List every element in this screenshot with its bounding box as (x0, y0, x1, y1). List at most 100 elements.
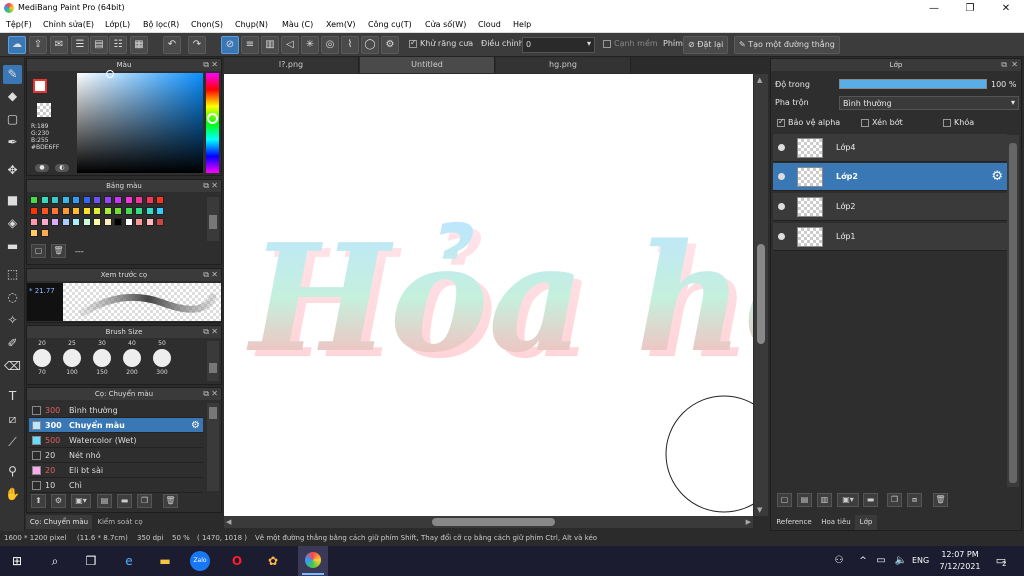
layer-row[interactable]: Lớp1 (773, 223, 1007, 251)
palette-swatch[interactable] (103, 196, 112, 204)
visibility-icon[interactable] (778, 173, 785, 180)
palette-swatch[interactable] (124, 196, 133, 204)
palette-swatch[interactable] (72, 196, 80, 204)
scroll-thumb[interactable] (757, 244, 765, 344)
popout-icon[interactable]: ⧉ (203, 59, 209, 71)
horizontal-scrollbar[interactable]: ◀ ▶ (224, 516, 753, 528)
menu-capture[interactable]: Chụp(N) (235, 20, 268, 29)
comment-icon[interactable]: ✉ (50, 36, 68, 54)
palette-swatch[interactable] (145, 218, 154, 226)
visibility-icon[interactable] (778, 144, 785, 151)
clip-checkbox[interactable]: Xén bớt (861, 118, 903, 127)
palette-swatch[interactable] (145, 207, 154, 215)
popout-icon[interactable]: ⧉ (203, 388, 209, 400)
palette-swatch[interactable] (40, 218, 49, 226)
tab-brush[interactable]: Cọ: Chuyển màu (26, 515, 92, 529)
merge-icon[interactable]: ⧈ (907, 493, 922, 507)
color-mode-button[interactable]: ● (35, 164, 49, 172)
magic-wand-tool-icon[interactable]: ✧ (3, 311, 22, 330)
brush-copy-icon[interactable]: ▤ (97, 494, 112, 508)
palette-swatch[interactable] (30, 229, 38, 237)
brush-size-option[interactable]: 20 70 (29, 340, 55, 376)
palette-swatch[interactable] (82, 207, 91, 215)
lasso-tool-icon[interactable]: ◌ (3, 288, 22, 307)
brush-settings-icon[interactable]: ⚙ (51, 494, 66, 508)
edge-browser-icon[interactable]: e (118, 551, 140, 571)
scroll-thumb[interactable] (432, 518, 555, 526)
duplicate-icon[interactable]: ❐ (887, 493, 902, 507)
bucket-tool-icon[interactable]: ◈ (3, 214, 22, 233)
vanish-snap-icon[interactable]: ◁ (281, 36, 299, 54)
trash-icon[interactable]: 🗑 (163, 494, 178, 508)
palette-swatch[interactable] (72, 218, 80, 226)
windows-start-icon[interactable]: ⊞ (6, 551, 28, 571)
menu-edit[interactable]: Chỉnh sửa(E) (43, 20, 94, 29)
menu-file[interactable]: Tệp(F) (6, 20, 32, 29)
divide-tool-icon[interactable]: ⧄ (3, 410, 22, 429)
adjust-input[interactable]: 0 ▾ (522, 37, 595, 53)
palette-swatch[interactable] (135, 218, 143, 226)
palette-swatch[interactable] (82, 218, 91, 226)
popout-icon[interactable]: ⧉ (203, 180, 209, 192)
menu-view[interactable]: Xem(V) (326, 20, 356, 29)
folder-icon[interactable]: ▬ (863, 493, 878, 507)
close-icon[interactable]: ✕ (211, 269, 218, 281)
eyedropper-tool-icon[interactable]: ⟋ (3, 433, 22, 452)
maximize-button[interactable]: ❐ (952, 0, 988, 17)
scroll-thumb[interactable] (1009, 143, 1017, 483)
palette-swatch[interactable] (93, 207, 101, 215)
brush-list-scrollbar[interactable] (207, 403, 219, 491)
palette-swatch[interactable] (30, 207, 38, 215)
palette-swatch[interactable] (156, 218, 164, 226)
tab-reference[interactable]: Reference (771, 515, 817, 530)
palette-swatch[interactable] (103, 218, 112, 226)
add-brush-icon[interactable]: ⬆ (31, 494, 46, 508)
menu-tools[interactable]: Công cụ(T) (368, 20, 412, 29)
opacity-slider[interactable] (839, 79, 987, 89)
select-tool-icon[interactable]: ⬚ (3, 265, 22, 284)
primary-color-swatch[interactable] (33, 79, 47, 93)
palette-swatch[interactable] (40, 196, 49, 204)
radial-snap-icon[interactable]: ✳ (301, 36, 319, 54)
color-picker-handle[interactable] (106, 70, 114, 78)
blend-mode-select[interactable]: Bình thường ▾ (839, 96, 1019, 110)
new-halftone-layer-icon[interactable]: ▤ (797, 493, 812, 507)
list-icon[interactable]: ☷ (109, 36, 127, 54)
scroll-thumb[interactable] (209, 363, 217, 373)
circle-snap-icon[interactable]: ◎ (321, 36, 339, 54)
palette-swatch[interactable] (145, 196, 154, 204)
color-swap-button[interactable]: ◐ (55, 164, 69, 172)
antialias-checkbox[interactable]: Khử răng cưa (409, 38, 473, 48)
brush-item[interactable]: 20 Eli bt sài (29, 463, 203, 478)
share-icon[interactable]: ⇪ (29, 36, 47, 54)
palette-swatch[interactable] (51, 196, 59, 204)
brush-size-option[interactable]: 50 300 (149, 340, 175, 376)
palette-swatch[interactable] (114, 207, 122, 215)
brush-item[interactable]: 500 Watercolor (Wet) (29, 433, 203, 448)
task-view-icon[interactable]: ❒ (80, 551, 102, 571)
grid-icon[interactable]: ▦ (130, 36, 148, 54)
close-icon[interactable]: ✕ (211, 388, 218, 400)
move-tool-icon[interactable]: ✥ (3, 161, 22, 180)
palette-swatch[interactable] (135, 196, 143, 204)
edge-checkbox[interactable]: Cạnh mềm (603, 39, 658, 48)
layer-row[interactable]: Lớp4 (773, 134, 1007, 162)
text-tool-icon[interactable]: T (3, 387, 22, 406)
select-eraser-tool-icon[interactable]: ⌫ (3, 357, 22, 376)
new-palette-icon[interactable]: ▢ (31, 244, 46, 258)
visibility-icon[interactable] (778, 203, 785, 210)
menu-window[interactable]: Cửa số(W) (425, 20, 466, 29)
scroll-down-icon[interactable]: ▼ (757, 506, 762, 514)
brush-menu-icon[interactable]: ▣▾ (71, 494, 91, 508)
gear-icon[interactable]: ⚙ (991, 169, 1003, 184)
palette-swatch[interactable] (135, 207, 143, 215)
search-icon[interactable]: ⌕ (44, 551, 66, 571)
secondary-color-swatch[interactable] (37, 103, 51, 117)
doc-tab[interactable]: l?.png (224, 57, 359, 73)
document-icon[interactable]: ▤ (90, 36, 108, 54)
language-indicator[interactable]: ENG (912, 556, 929, 565)
network-icon[interactable]: ▭ (870, 551, 892, 571)
palette-swatch[interactable] (124, 218, 133, 226)
select-pen-tool-icon[interactable]: ✐ (3, 334, 22, 353)
folder-icon[interactable]: ▬ (117, 494, 132, 508)
